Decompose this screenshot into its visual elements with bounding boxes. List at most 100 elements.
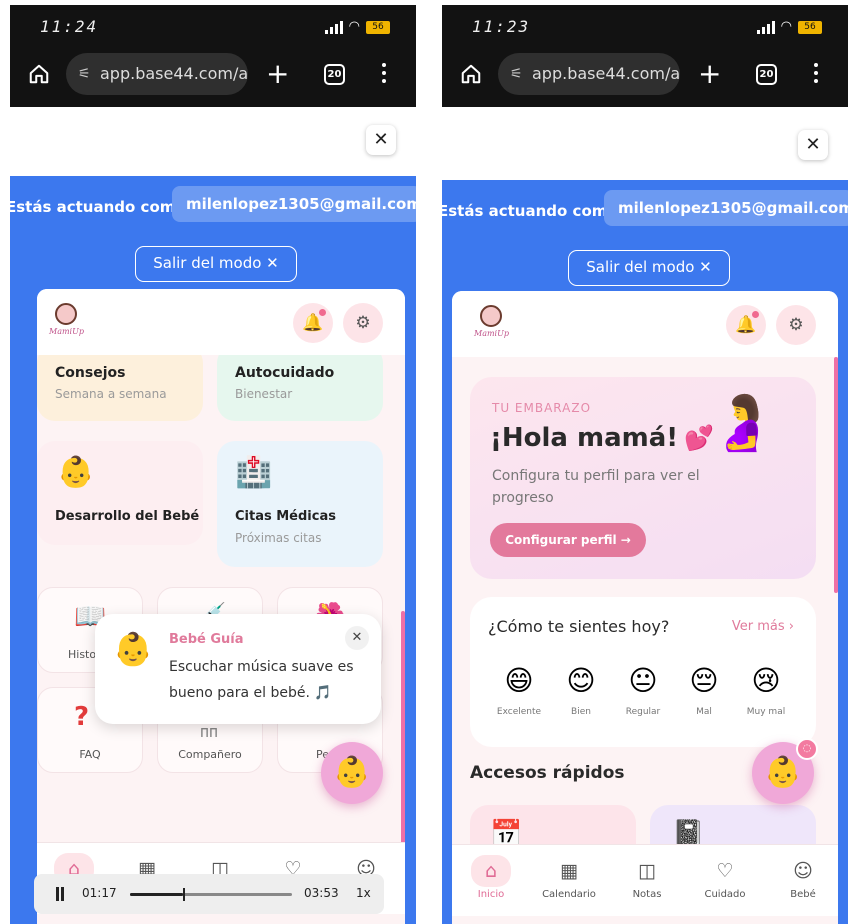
site-settings-icon[interactable]: ⚟	[78, 53, 91, 95]
baby-guide-tooltip: 👶 Bebé Guía Escuchar música suave es bue…	[95, 614, 381, 724]
nav-calendario[interactable]: ▦ Calendario	[534, 845, 604, 917]
hero-title-text: ¡Hola mamá!	[490, 423, 679, 453]
logo-text: MamiUp	[474, 329, 509, 338]
nav-inicio[interactable]: ⌂ Inicio	[456, 845, 526, 917]
card-consejos[interactable]: Consejos Semana a semana	[37, 355, 203, 421]
close-button[interactable]: ✕	[366, 125, 396, 155]
bell-icon: 🔔	[735, 315, 757, 335]
app-header: MamiUp 🔔 ⚙	[37, 289, 405, 355]
configure-profile-button[interactable]: Configurar perfil →	[490, 523, 646, 557]
exit-mode-button[interactable]: Salir del modo ✕	[568, 250, 730, 286]
app-header: MamiUp 🔔 ⚙	[452, 291, 838, 357]
neutral-face-icon: 😐	[628, 664, 658, 697]
card-subtitle: Próximas citas	[235, 531, 322, 545]
media-player: 01:17 03:53 1x	[34, 874, 384, 914]
mood-label: Bien	[571, 707, 591, 717]
pregnant-woman-icon: 🤰	[708, 391, 776, 454]
progress-handle[interactable]	[183, 888, 186, 901]
acting-as-label: Estás actuando como	[442, 202, 618, 220]
home-icon[interactable]	[28, 63, 50, 85]
nav-cuidado[interactable]: ♡ Cuidado	[690, 845, 760, 917]
nav-notas[interactable]: ◫ Notas	[612, 845, 682, 917]
mood-option-excelente[interactable]: 😄 Excelente	[489, 661, 549, 717]
nav-label: Cuidado	[704, 889, 746, 900]
impersonation-panel: Estás actuando como milenlopez1305@gmail…	[10, 176, 416, 924]
grinning-face-icon: 😄	[504, 664, 534, 697]
url-text: app.base44.com/ap	[532, 64, 680, 83]
status-time: 11:24	[40, 17, 99, 36]
card-desarrollo-bebe[interactable]: 👶 Desarrollo del Bebé	[37, 441, 203, 545]
notification-dot	[319, 309, 326, 316]
battery-icon: 56	[798, 21, 822, 34]
wifi-icon: ◠	[348, 19, 360, 34]
signal-icon	[756, 21, 775, 34]
close-button[interactable]: ✕	[798, 130, 828, 160]
home-icon[interactable]	[460, 63, 482, 85]
nav-label: Bebé	[790, 889, 816, 900]
hero-title: ¡Hola mamá! 💕	[490, 423, 714, 453]
tab-count-button[interactable]: 20	[324, 64, 345, 85]
more-menu-icon[interactable]	[382, 63, 386, 87]
gear-icon: ⚙	[355, 313, 371, 333]
mood-label: Muy mal	[746, 707, 786, 717]
status-icons: ◠ 56	[756, 19, 822, 34]
baby-icon: 👶	[333, 755, 371, 790]
site-settings-icon[interactable]: ⚟	[510, 53, 523, 95]
tile-label: Compañero	[178, 748, 242, 761]
more-menu-icon[interactable]	[814, 63, 818, 87]
logo-mother-icon	[480, 305, 502, 327]
notifications-button[interactable]: 🔔	[293, 303, 333, 343]
hero-subtitle: Configura tu perfil para ver el progreso	[492, 468, 700, 506]
mood-option-muy-mal[interactable]: 😢 Muy mal	[736, 661, 796, 717]
exit-mode-button[interactable]: Salir del modo ✕	[135, 246, 297, 282]
book-icon: ◫	[638, 860, 656, 882]
baby-guide-fab[interactable]: 👶	[321, 742, 383, 804]
scrollbar[interactable]	[834, 357, 838, 593]
hospital-icon: 🏥	[235, 455, 273, 490]
settings-button[interactable]: ⚙	[776, 305, 816, 345]
elapsed-time: 01:17	[82, 886, 117, 900]
url-bar[interactable]: ⚟ app.base44.com/ap	[498, 53, 680, 95]
acting-as-label: Estás actuando como	[10, 198, 186, 216]
mood-label: Mal	[696, 707, 712, 717]
logo-text: MamiUp	[49, 327, 84, 336]
crying-face-icon: 😢	[751, 664, 781, 697]
new-tab-icon[interactable]: +	[266, 57, 289, 91]
card-citas-medicas[interactable]: 🏥 Citas Médicas Próximas citas	[217, 441, 383, 567]
tooltip-title: Bebé Guía	[169, 632, 244, 647]
phone-screen-right: 11:23 ◠ 56 ⚟ app.base44.com/ap + 20 ✕ Es…	[442, 0, 848, 924]
app-logo[interactable]: MamiUp	[474, 305, 509, 343]
see-more-link[interactable]: Ver más ›	[732, 619, 794, 634]
tooltip-message: Escuchar música suave es bueno para el b…	[169, 659, 354, 701]
nav-label: Notas	[632, 889, 662, 900]
nav-bebe[interactable]: ☺ Bebé	[768, 845, 838, 917]
app-logo[interactable]: MamiUp	[49, 303, 84, 341]
app-frame: MamiUp 🔔 ⚙ Consejos Semana a semana Auto…	[37, 289, 405, 924]
new-tab-icon[interactable]: +	[698, 57, 721, 91]
baby-icon: 👶	[113, 630, 153, 668]
tab-count-button[interactable]: 20	[756, 64, 777, 85]
url-bar[interactable]: ⚟ app.base44.com/ap	[66, 53, 248, 95]
mood-option-mal[interactable]: 😔 Mal	[674, 661, 734, 717]
impersonation-panel: Estás actuando como milenlopez1305@gmail…	[442, 180, 848, 924]
gear-icon: ⚙	[788, 315, 804, 335]
home-icon: ⌂	[471, 855, 511, 887]
tile-label: FAQ	[79, 748, 101, 761]
mood-option-bien[interactable]: 😊 Bien	[551, 661, 611, 717]
signal-icon	[324, 21, 343, 34]
playback-speed-button[interactable]: 1x	[356, 886, 371, 900]
notifications-button[interactable]: 🔔	[726, 305, 766, 345]
status-time: 11:23	[472, 17, 531, 36]
settings-button[interactable]: ⚙	[343, 303, 383, 343]
baby-face-icon: ☺	[793, 860, 813, 882]
bottom-nav: ⌂ Inicio ▦ Calendario ◫ Notas ♡ Cuidado ☺ Beb…	[452, 844, 838, 916]
nav-label: Calendario	[542, 889, 596, 900]
card-autocuidado[interactable]: Autocuidado Bienestar	[217, 355, 383, 421]
tooltip-close-button[interactable]: ✕	[345, 626, 369, 650]
logo-mother-icon	[55, 303, 77, 325]
baby-guide-fab[interactable]: 👶 ◌	[752, 738, 818, 804]
pause-icon[interactable]	[56, 887, 59, 901]
wifi-icon: ◠	[780, 19, 792, 34]
progress-slider[interactable]	[130, 888, 292, 901]
mood-option-regular[interactable]: 😐 Regular	[613, 661, 673, 717]
